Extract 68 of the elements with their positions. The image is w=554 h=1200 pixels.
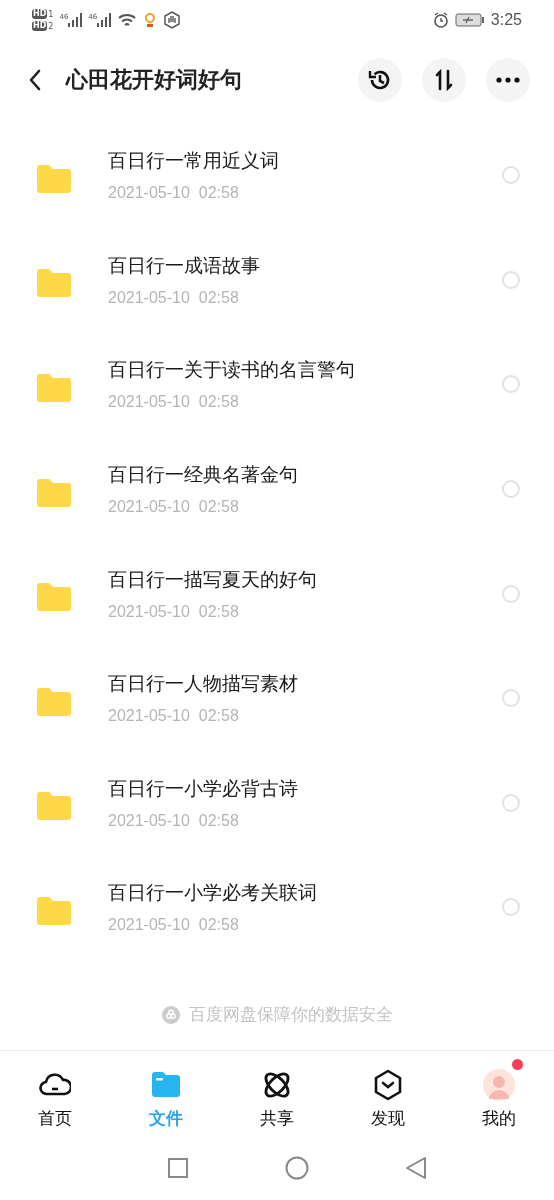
folder-row[interactable]: 百日行一常用近义词 2021-05-10 02:58 <box>0 123 554 228</box>
select-checkbox[interactable] <box>502 793 520 812</box>
folder-date: 2021-05-10 02:58 <box>108 498 240 517</box>
nav-tab[interactable]: 我的 <box>443 1052 554 1146</box>
sim-label: HD <box>32 9 48 19</box>
shield-icon <box>161 1004 181 1025</box>
folder-row[interactable]: 百日行一小学必考关联词 2021-05-10 02:58 <box>0 855 554 960</box>
folder-date: 2021-05-10 02:58 <box>108 602 240 621</box>
folder-name: 百日行一人物描写素材 <box>108 671 299 697</box>
recents-button[interactable] <box>167 1156 189 1179</box>
avatar-icon <box>482 1068 515 1101</box>
folder-name: 百日行一小学必考关联词 <box>108 880 318 906</box>
folder-row[interactable]: 百日行一小学必背古诗 2021-05-10 02:58 <box>0 750 554 856</box>
folder-name: 百日行一成语故事 <box>108 252 261 278</box>
folder-row[interactable]: 百日行一描写夏天的好句 2021-05-10 02:58 <box>0 541 554 646</box>
more-icon <box>496 77 520 83</box>
security-note: 百度网盘保障你的数据安全 <box>189 1003 393 1027</box>
history-button[interactable] <box>358 58 402 102</box>
folder-name: 百日行一常用近义词 <box>108 148 280 174</box>
folder-name: 百日行一关于读书的名言警句 <box>108 357 356 383</box>
folder-name: 百日行一小学必背古诗 <box>108 775 299 801</box>
home-button[interactable] <box>285 1155 309 1180</box>
folder-row[interactable]: 百日行一关于读书的名言警句 2021-05-10 02:58 <box>0 332 554 437</box>
nav-tab[interactable]: 首页 <box>0 1052 111 1146</box>
folder-row[interactable]: 百日行一经典名著金句 2021-05-10 02:58 <box>0 436 554 542</box>
folder-name: 百日行一描写夏天的好句 <box>108 566 318 592</box>
signal-icon <box>97 13 112 27</box>
select-checkbox[interactable] <box>502 270 520 289</box>
folder-icon <box>37 477 71 507</box>
wifi-icon <box>117 12 138 28</box>
sim-slot: 2 <box>48 22 54 31</box>
back-icon[interactable] <box>28 69 42 91</box>
clock-time: 3:25 <box>490 11 522 29</box>
select-checkbox[interactable] <box>502 898 520 917</box>
more-button[interactable] <box>486 58 530 102</box>
select-checkbox[interactable] <box>502 584 520 603</box>
nav-tab[interactable]: 共享 <box>221 1052 333 1146</box>
folder-row[interactable]: 百日行一人物描写素材 2021-05-10 02:58 <box>0 645 554 751</box>
app-notification-icon <box>143 12 158 28</box>
alarm-icon <box>432 12 449 28</box>
battery-icon <box>454 13 485 27</box>
folder-icon <box>37 895 71 925</box>
folder-icon <box>37 582 71 612</box>
folder-date: 2021-05-10 02:58 <box>108 184 240 203</box>
folder-icon <box>37 373 71 402</box>
select-checkbox[interactable] <box>502 480 520 499</box>
select-checkbox[interactable] <box>502 689 520 708</box>
folder-icon <box>37 686 71 716</box>
folder-date: 2021-05-10 02:58 <box>108 288 240 307</box>
nav-tab[interactable]: 发现 <box>332 1052 444 1146</box>
sim-label: HD <box>32 21 48 31</box>
page-title: 心田花开好词好句 <box>66 66 243 94</box>
folder-icon <box>37 163 71 193</box>
folder-date: 2021-05-10 02:58 <box>108 393 240 412</box>
folder-date: 2021-05-10 02:58 <box>108 707 240 726</box>
folder-row[interactable]: 百日行一成语故事 2021-05-10 02:58 <box>0 227 554 333</box>
folder-date: 2021-05-10 02:58 <box>108 811 240 830</box>
folder-name: 百日行一经典名著金句 <box>108 462 299 488</box>
signal-icon <box>68 13 83 27</box>
folder-icon <box>37 791 71 821</box>
folder-date: 2021-05-10 02:58 <box>108 916 240 935</box>
back-button[interactable] <box>405 1155 427 1180</box>
hand-icon <box>163 11 182 29</box>
folder-icon <box>37 268 71 298</box>
select-checkbox[interactable] <box>502 375 520 394</box>
select-checkbox[interactable] <box>502 166 520 185</box>
sim-slot: 1 <box>48 10 54 19</box>
sort-button[interactable] <box>422 58 466 102</box>
